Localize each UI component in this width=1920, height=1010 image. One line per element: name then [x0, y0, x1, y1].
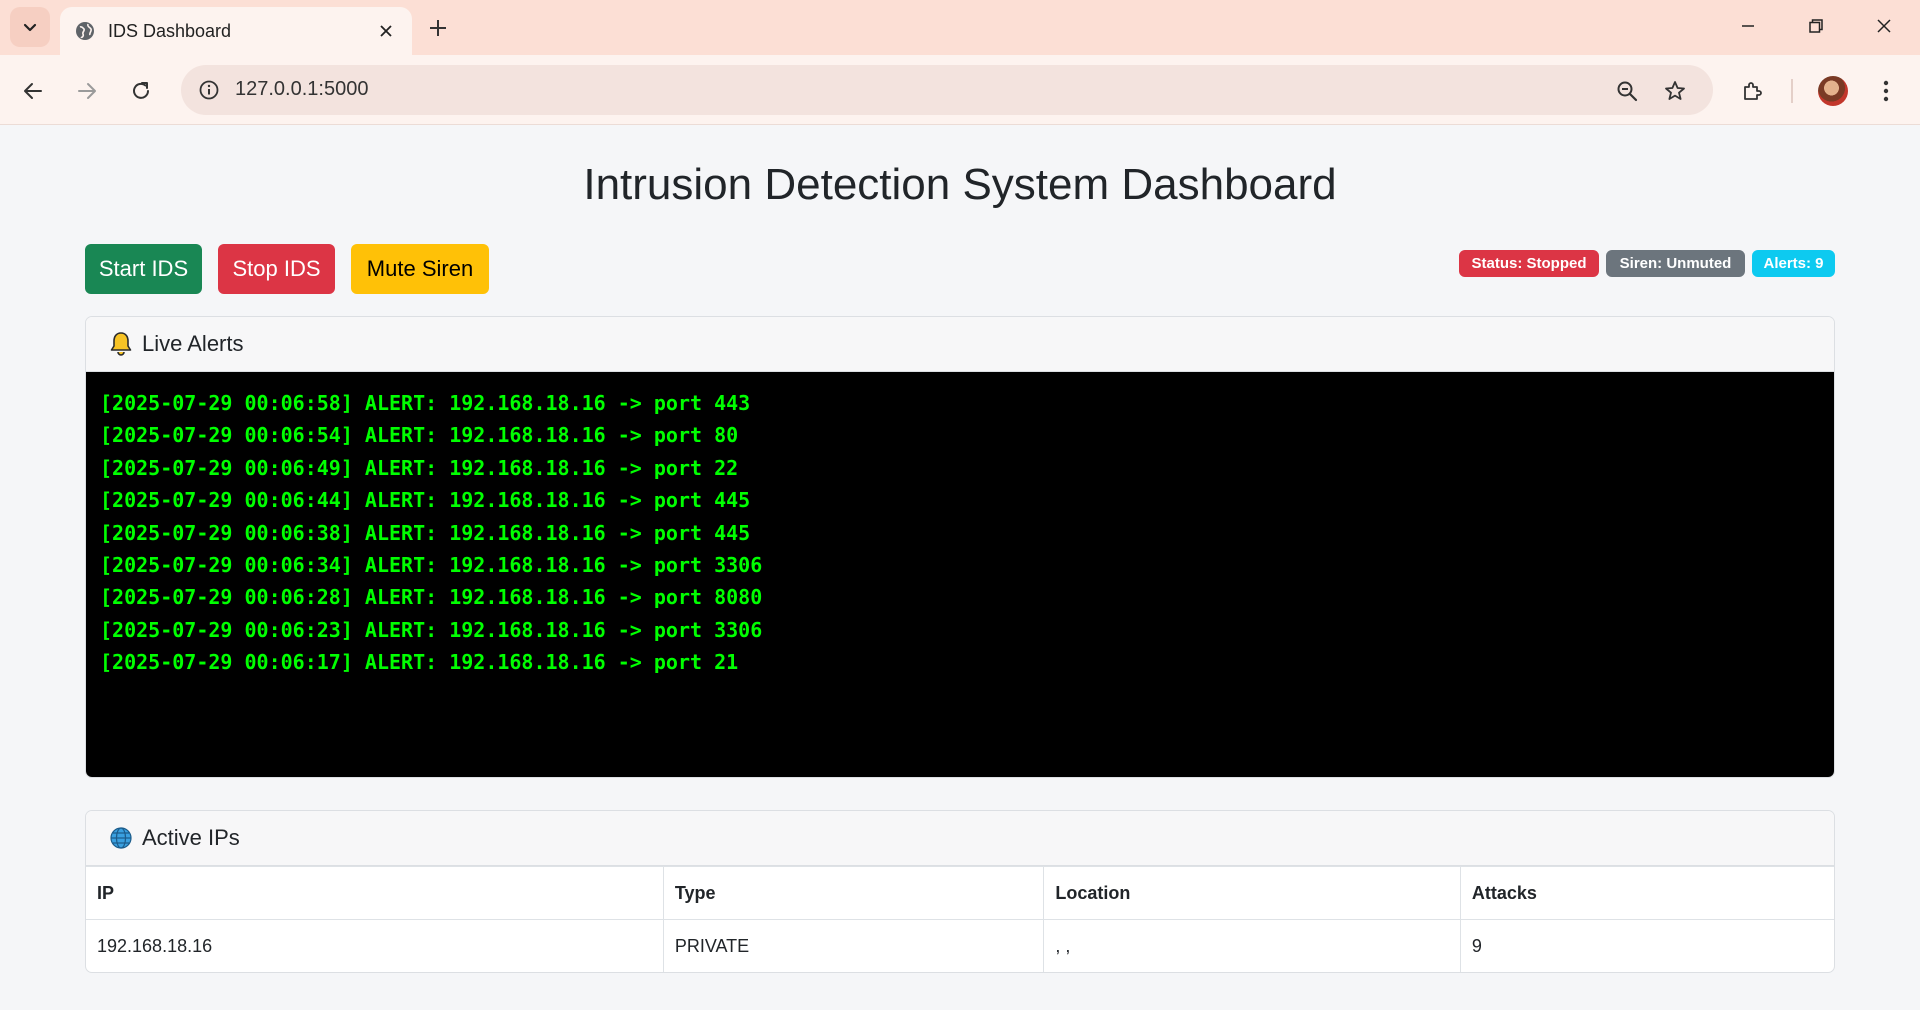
globe-icon [108, 825, 134, 851]
back-button[interactable] [13, 71, 53, 111]
bookmark-star-icon[interactable] [1660, 76, 1690, 106]
stop-ids-button[interactable]: Stop IDS [218, 244, 335, 294]
location-cell: , , [1043, 919, 1461, 972]
tab-title: IDS Dashboard [108, 20, 232, 41]
live-alerts-card: Live Alerts [2025-07-29 00:06:58] ALERT:… [85, 316, 1835, 778]
alert-log: [2025-07-29 00:06:58] ALERT: 192.168.18.… [86, 372, 1834, 777]
mute-siren-button[interactable]: Mute Siren [351, 244, 489, 294]
start-ids-button[interactable]: Start IDS [85, 244, 202, 294]
column-header-attacks: Attacks [1459, 866, 1834, 920]
minimize-icon [1742, 25, 1754, 27]
alert-line: [2025-07-29 00:06:54] ALERT: 192.168.18.… [100, 423, 739, 448]
active-ips-header: Active IPs [86, 811, 1834, 866]
alerts-count-badge: Alerts: 9 [1752, 250, 1835, 277]
page-title: Intrusion Detection System Dashboard [583, 160, 1337, 209]
zoom-icon[interactable] [1612, 76, 1642, 106]
tab-strip: IDS Dashboard [0, 0, 1920, 55]
avatar [1818, 76, 1848, 106]
url-text[interactable]: 127.0.0.1:5000 [235, 78, 368, 101]
globe-favicon-icon [74, 20, 96, 42]
alert-line: [2025-07-29 00:06:28] ALERT: 192.168.18.… [100, 585, 763, 610]
active-ips-title: Active IPs [142, 825, 240, 850]
column-header-ip: IP [86, 866, 664, 920]
siren-badge: Siren: Unmuted [1606, 250, 1745, 277]
reload-icon [133, 82, 149, 99]
arrow-right-icon [78, 83, 96, 99]
browser-menu-button[interactable] [1866, 71, 1906, 111]
site-info-icon[interactable] [195, 76, 223, 104]
table-header-row: IP Type Location Attacks [86, 866, 1834, 920]
bell-icon [108, 331, 134, 357]
close-tab-icon[interactable] [374, 19, 398, 43]
minimize-button[interactable] [1720, 8, 1776, 44]
active-ips-table: IP Type Location Attacks 192.168.18.16 P… [86, 866, 1834, 972]
alert-line: [2025-07-29 00:06:38] ALERT: 192.168.18.… [100, 520, 751, 545]
table-row: 192.168.18.16 PRIVATE , , 9 [86, 919, 1834, 972]
puzzle-icon [1744, 82, 1762, 100]
new-tab-button[interactable] [422, 12, 454, 44]
toolbar-divider [1791, 79, 1793, 103]
column-header-type: Type [662, 866, 1045, 920]
browser-tab[interactable]: IDS Dashboard [60, 7, 412, 55]
alert-line: [2025-07-29 00:06:23] ALERT: 192.168.18.… [100, 617, 763, 642]
live-alerts-title: Live Alerts [142, 331, 244, 356]
active-ips-card: Active IPs IP Type Location Attacks 192.… [85, 810, 1835, 973]
restore-button[interactable] [1788, 8, 1844, 44]
close-icon [1877, 19, 1891, 33]
status-badge: Status: Stopped [1459, 250, 1599, 277]
tab-search-button[interactable] [10, 7, 50, 47]
plus-icon [430, 20, 446, 36]
ip-cell: 192.168.18.16 [86, 919, 664, 972]
browser-toolbar: 127.0.0.1:5000 [0, 55, 1920, 125]
attacks-cell: 9 [1459, 919, 1834, 972]
profile-button[interactable] [1813, 71, 1853, 111]
live-alerts-header: Live Alerts [86, 317, 1834, 372]
alert-line: [2025-07-29 00:06:34] ALERT: 192.168.18.… [100, 553, 763, 578]
forward-button[interactable] [67, 71, 107, 111]
chevron-down-icon [23, 23, 37, 32]
restore-icon [1809, 19, 1823, 33]
alert-line: [2025-07-29 00:06:44] ALERT: 192.168.18.… [100, 488, 751, 513]
alert-line: [2025-07-29 00:06:49] ALERT: 192.168.18.… [100, 455, 739, 480]
alert-line: [2025-07-29 00:06:58] ALERT: 192.168.18.… [100, 391, 751, 415]
alert-line: [2025-07-29 00:06:17] ALERT: 192.168.18.… [100, 650, 739, 675]
close-window-button[interactable] [1856, 8, 1912, 44]
arrow-left-icon [24, 83, 42, 99]
extensions-button[interactable] [1733, 71, 1773, 111]
address-bar[interactable]: 127.0.0.1:5000 [181, 65, 1713, 115]
type-cell: PRIVATE [662, 919, 1045, 972]
more-vertical-icon [1883, 80, 1889, 102]
reload-button[interactable] [121, 71, 161, 111]
column-header-location: Location [1043, 866, 1461, 920]
